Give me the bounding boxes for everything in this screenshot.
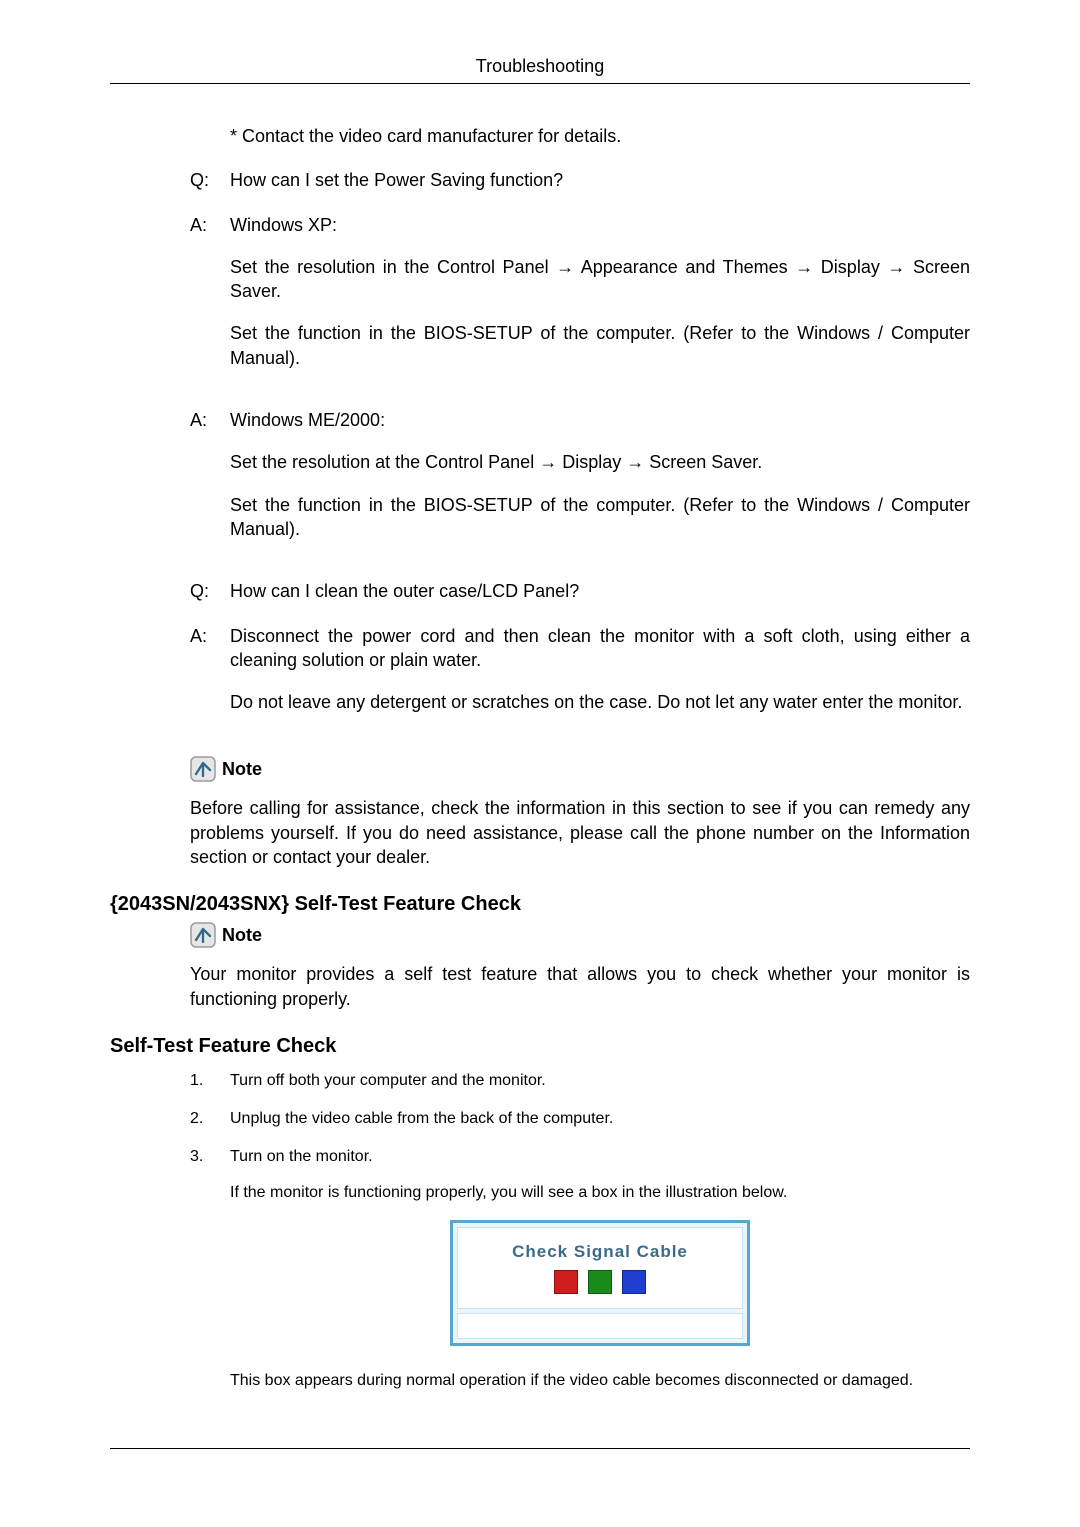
footer-divider [110,1448,970,1449]
note-label: Note [222,925,262,946]
qa-label: A: [190,624,230,733]
step-paragraph: This box appears during normal operation… [230,1372,970,1390]
color-squares [458,1270,742,1294]
step-number: 2. [190,1110,230,1128]
step-paragraph: If the monitor is functioning properly, … [230,1184,970,1202]
check-signal-cable-illustration: Check Signal Cable [450,1220,750,1346]
note-block: Note [110,922,970,948]
green-square-icon [588,1270,612,1294]
qa-text-group: Windows ME/2000: Set the resolution at t… [230,408,970,559]
step-item: 2. Unplug the video cable from the back … [110,1110,970,1128]
red-square-icon [554,1270,578,1294]
step-number: 1. [190,1072,230,1090]
qa-text-group: Windows XP: Set the resolution in the Co… [230,213,970,388]
blue-square-icon [622,1270,646,1294]
step-text-group: Turn on the monitor. If the monitor is f… [230,1148,970,1408]
subsection-heading: Self-Test Feature Check [110,1035,970,1058]
step-item: 1. Turn off both your computer and the m… [110,1072,970,1090]
qa-paragraph: Do not leave any detergent or scratches … [230,690,970,714]
note-label: Note [222,759,262,780]
qa-item: A: Disconnect the power cord and then cl… [190,624,970,733]
note-block: Note [110,756,970,782]
illustration-inner: Check Signal Cable [457,1227,743,1309]
qa-paragraph: Set the function in the BIOS-SETUP of th… [230,321,970,370]
note-body: Before calling for assistance, check the… [110,796,970,869]
step-item: 3. Turn on the monitor. If the monitor i… [110,1148,970,1408]
qa-item: A: Windows ME/2000: Set the resolution a… [190,408,970,559]
qa-paragraph: Windows ME/2000: [230,408,970,432]
qa-text-group: Disconnect the power cord and then clean… [230,624,970,733]
qa-text: How can I set the Power Saving function? [230,168,970,192]
qa-item: Q: How can I clean the outer case/LCD Pa… [190,579,970,603]
qa-paragraph: Set the resolution in the Control Panel … [230,255,970,304]
qa-text: How can I clean the outer case/LCD Panel… [230,579,970,603]
note-icon [190,756,216,782]
step-paragraph: Turn on the monitor. [230,1148,970,1166]
qa-item: * Contact the video card manufacturer fo… [190,124,970,148]
qa-label: Q: [190,168,230,192]
header-divider [110,83,970,84]
qa-item: Q: How can I set the Power Saving functi… [190,168,970,192]
step-text: Turn off both your computer and the moni… [230,1072,970,1090]
note-body: Your monitor provides a self test featur… [110,962,970,1011]
section-heading: {2043SN/2043SNX} Self-Test Feature Check [110,893,970,916]
step-number: 3. [190,1148,230,1408]
page: Troubleshooting * Contact the video card… [0,0,1080,1527]
qa-paragraph: Disconnect the power cord and then clean… [230,624,970,673]
page-header-title: Troubleshooting [110,56,970,77]
qa-text: * Contact the video card manufacturer fo… [230,124,970,148]
step-text: Unplug the video cable from the back of … [230,1110,970,1128]
qa-paragraph: Set the function in the BIOS-SETUP of th… [230,493,970,542]
qa-paragraph: Windows XP: [230,213,970,237]
illustration-title: Check Signal Cable [458,1242,742,1262]
qa-label: A: [190,408,230,559]
qa-paragraph: Set the resolution at the Control Panel … [230,450,970,474]
qa-item: A: Windows XP: Set the resolution in the… [190,213,970,388]
note-icon [190,922,216,948]
qa-label [190,124,230,148]
illustration-footer-bar [457,1313,743,1339]
qa-label: A: [190,213,230,388]
qa-label: Q: [190,579,230,603]
qa-section: * Contact the video card manufacturer fo… [110,124,970,732]
